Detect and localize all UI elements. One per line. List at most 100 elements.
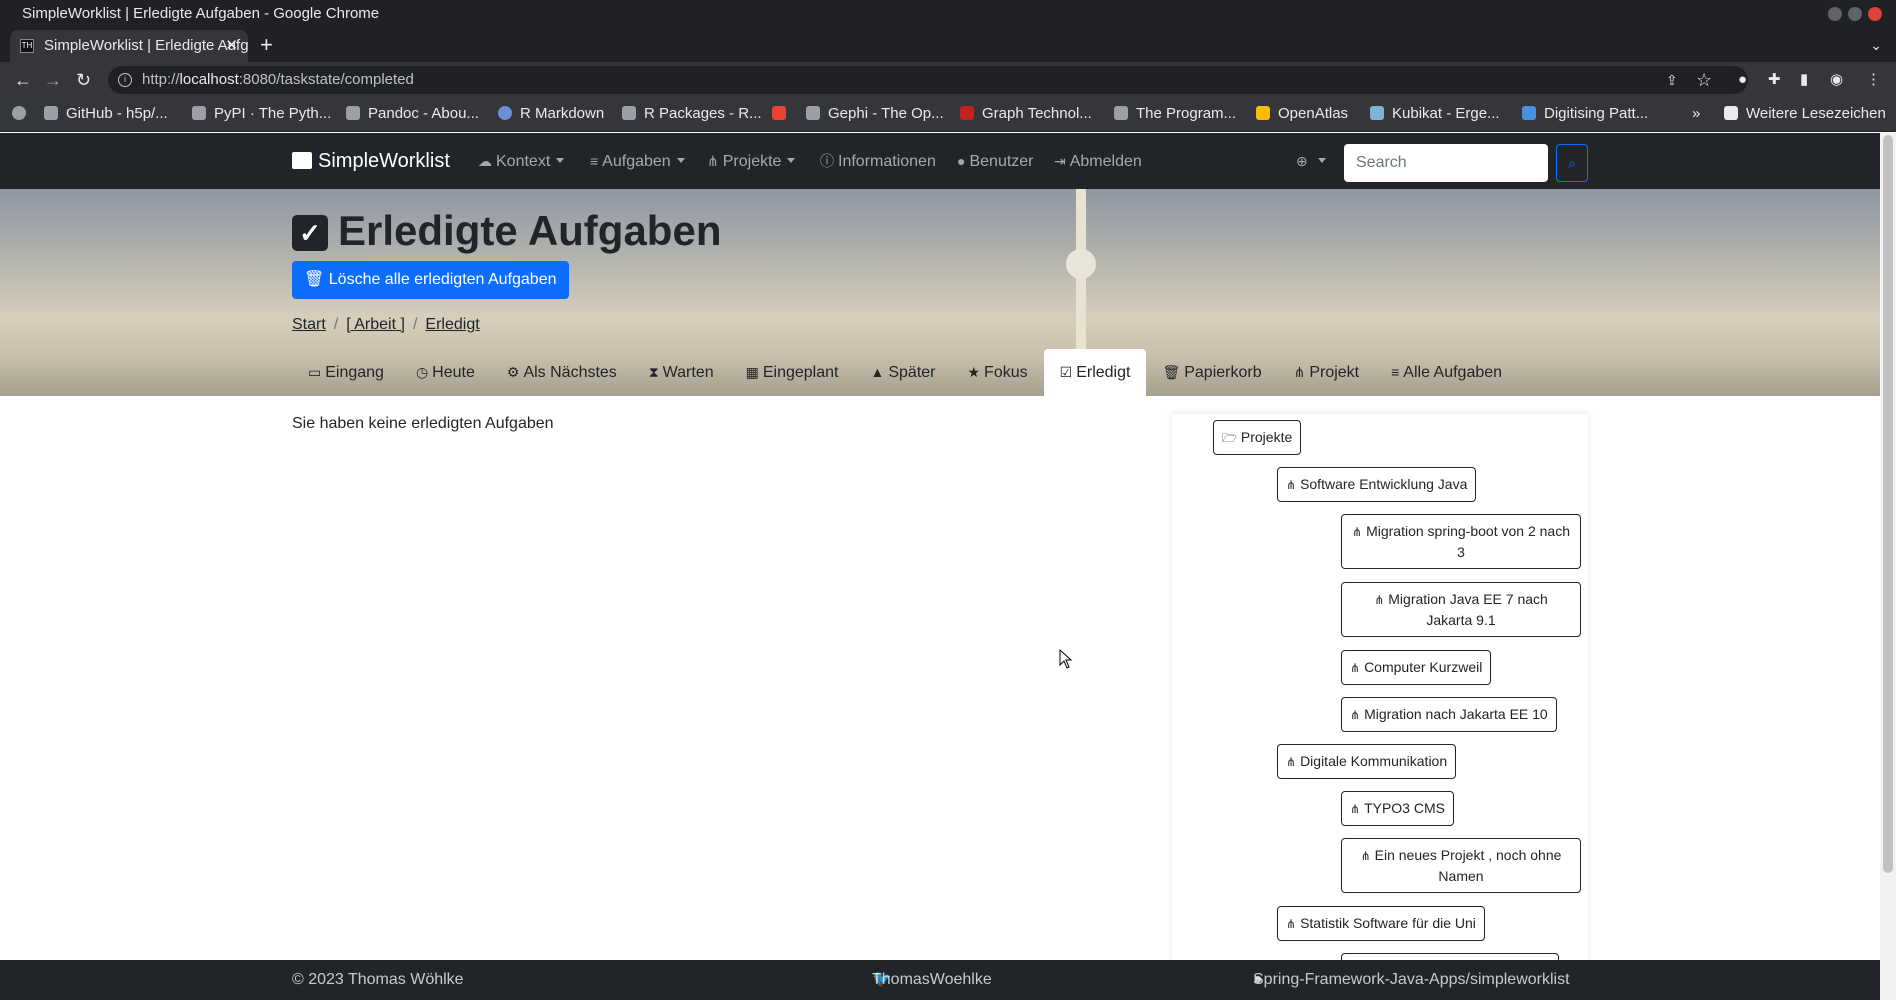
close-window-button[interactable] <box>1868 7 1882 21</box>
mouse-cursor-icon <box>1059 649 1073 669</box>
address-bar[interactable]: i http://localhost:8080/taskstate/comple… <box>108 66 1748 94</box>
bookmark-item[interactable]: The Program... <box>1114 98 1236 130</box>
sitemap-icon: ⋔ <box>1374 593 1385 607</box>
tab-warten[interactable]: ⧗ Warten <box>633 349 730 396</box>
trash-icon: 🗑 <box>1162 364 1181 380</box>
reload-icon[interactable]: ↻ <box>76 68 91 92</box>
pypi-icon <box>192 106 206 120</box>
minimize-button[interactable] <box>1828 7 1842 21</box>
extensions-puzzle-icon[interactable]: ✚ <box>1768 68 1781 92</box>
chrome-menu-icon[interactable]: ⋮ <box>1866 68 1881 92</box>
bookmark-star-icon[interactable]: ☆ <box>1696 68 1712 92</box>
site-info-icon[interactable]: i <box>118 73 132 87</box>
search-icon: ⌕ <box>1568 155 1576 171</box>
bookmarks-overflow-icon[interactable]: » <box>1692 98 1700 130</box>
hourglass-icon: ⧗ <box>648 364 659 380</box>
new-tab-button[interactable]: + <box>260 28 273 62</box>
bookmark-item[interactable]: OpenAtlas <box>1256 98 1348 130</box>
search-input[interactable] <box>1344 144 1548 182</box>
road-icon: ▲ <box>870 364 885 380</box>
tab-search-icon[interactable]: ⌄ <box>1870 28 1882 62</box>
nav-benutzer[interactable]: ● Benutzer <box>957 133 1034 190</box>
openatlas-icon <box>1256 106 1270 120</box>
breadcrumb-current[interactable]: Erledigt <box>425 316 479 333</box>
kubikat-icon <box>1370 106 1384 120</box>
sitemap-icon: ⋔ <box>1352 525 1363 539</box>
tab-papierkorb[interactable]: 🗑 Papierkorb <box>1146 349 1277 396</box>
tab-projekt[interactable]: ⋔ Projekt <box>1278 349 1376 396</box>
tab-fokus[interactable]: ★ Fokus <box>951 349 1043 396</box>
folder-icon <box>1724 106 1738 120</box>
nav-informationen[interactable]: ⓘ Informationen <box>820 133 936 190</box>
pandoc-icon <box>346 106 360 120</box>
bookmark-item[interactable]: Digitising Patt... <box>1522 98 1648 130</box>
bookmark-item[interactable]: Gephi - The Op... <box>806 98 944 130</box>
bookmark-item[interactable]: Kubikat - Erge... <box>1370 98 1500 130</box>
nav-abmelden[interactable]: ⇥ Abmelden <box>1054 133 1142 190</box>
search-button[interactable]: ⌕ <box>1556 144 1588 182</box>
inbox-icon: ▭ <box>308 364 322 380</box>
empty-message: Sie haben keine erledigten Aufgaben <box>292 415 554 432</box>
tab-erledigt[interactable]: ☑ Erledigt <box>1043 349 1147 396</box>
caret-down-icon <box>1317 158 1326 163</box>
bookmark-item[interactable]: R Markdown <box>498 98 604 130</box>
side-panel-icon[interactable]: ▮ <box>1800 68 1808 92</box>
tv-tower-sphere-background <box>1066 249 1096 279</box>
bookmark-item[interactable]: GitHub - h5p/... <box>44 98 168 130</box>
sign-out-icon: ⇥ <box>1054 153 1066 169</box>
bookmark-apps-icon[interactable] <box>12 98 34 130</box>
language-dropdown[interactable]: ⊕ <box>1296 133 1326 190</box>
url-scheme: http:// <box>142 71 180 88</box>
sitemap-icon: ⋔ <box>1286 917 1297 931</box>
project-button[interactable]: ⋔ Migration nach Jakarta EE 10 <box>1341 697 1557 732</box>
cogs-icon: ⚙ <box>506 364 520 380</box>
share-icon[interactable]: ⇪ <box>1666 68 1678 92</box>
forward-icon[interactable]: → <box>44 68 62 92</box>
bookmark-item[interactable]: Pandoc - Abou... <box>346 98 479 130</box>
sitemap-icon: ⋔ <box>1360 849 1371 863</box>
project-button[interactable]: ⋔ TYPO3 CMS <box>1341 791 1454 826</box>
site-navbar: SimpleWorklist ☁ Kontext ≡ Aufgaben ⋔ Proje… <box>0 133 1880 189</box>
breadcrumb-start[interactable]: Start <box>292 316 326 333</box>
bookmark-item[interactable]: Graph Technol... <box>960 98 1092 130</box>
project-button[interactable]: ⋔ Computer Kurzweil <box>1341 650 1492 685</box>
nav-kontext[interactable]: ☁ Kontext <box>478 133 565 190</box>
scrollbar-thumb[interactable] <box>1883 135 1893 873</box>
tab-heute[interactable]: ◷ Heute <box>400 349 491 396</box>
bookmark-google-icon[interactable] <box>772 98 794 130</box>
back-icon[interactable]: ← <box>14 68 32 92</box>
project-button[interactable]: ⋔ Ein neues Projekt , noch ohne Namen <box>1341 838 1581 893</box>
tab-eingeplant[interactable]: ▦ Eingeplant <box>730 349 855 396</box>
browser-tab-strip: TH SimpleWorklist | Erledigte Aufgaben ✕ <box>0 28 1896 62</box>
database-icon: ≡ <box>590 153 599 169</box>
tab-als-naechstes[interactable]: ⚙ Als Nächstes <box>491 349 633 396</box>
bookmark-item[interactable]: R Packages - R... <box>622 98 762 130</box>
brand-link[interactable]: SimpleWorklist <box>292 133 450 189</box>
profile-avatar-icon[interactable]: ◉ <box>1830 68 1843 92</box>
tab-spaeter[interactable]: ▲ Später <box>854 349 951 396</box>
project-button[interactable]: ⋔ Migration Java EE 7 nach Jakarta 9.1 <box>1341 582 1581 637</box>
project-root-button[interactable]: 🗁 Projekte <box>1213 420 1302 455</box>
bookmark-item[interactable]: PyPI · The Pyth... <box>192 98 331 130</box>
other-bookmarks[interactable]: Weitere Lesezeichen <box>1724 98 1886 130</box>
copyright-text: © 2023 Thomas Wöhlke <box>292 971 464 988</box>
project-button[interactable]: ⋔ Digitale Kommunikation <box>1277 744 1457 779</box>
nav-projekte[interactable]: ⋔ Projekte <box>707 133 796 190</box>
close-tab-icon[interactable]: ✕ <box>225 30 238 62</box>
breadcrumb-context[interactable]: [ Arbeit ] <box>346 316 405 333</box>
project-button[interactable]: ⋔ Software Entwicklung Java <box>1277 467 1477 502</box>
browser-tab[interactable]: TH SimpleWorklist | Erledigte Aufgaben ✕ <box>10 30 248 62</box>
clock-icon: ◷ <box>415 364 429 380</box>
project-button[interactable]: ⋔ Statistik Software für die Uni <box>1277 906 1485 941</box>
tab-eingang[interactable]: ▭ Eingang <box>292 349 400 396</box>
delete-completed-button[interactable]: 🗑 Lösche alle erledigten Aufgaben <box>292 261 569 299</box>
project-button[interactable] <box>1341 953 1559 960</box>
extension-icon[interactable]: ● <box>1738 68 1747 92</box>
page-scrollbar[interactable] <box>1880 133 1896 1000</box>
maximize-button[interactable] <box>1848 7 1862 21</box>
check-square-icon: ✓ <box>292 215 328 251</box>
project-button[interactable]: ⋔ Migration spring-boot von 2 nach 3 <box>1341 514 1581 569</box>
nav-aufgaben[interactable]: ≡ Aufgaben <box>590 133 685 190</box>
tab-alle-aufgaben[interactable]: ≡ Alle Aufgaben <box>1375 349 1518 396</box>
sitemap-icon: ⋔ <box>1350 708 1361 722</box>
